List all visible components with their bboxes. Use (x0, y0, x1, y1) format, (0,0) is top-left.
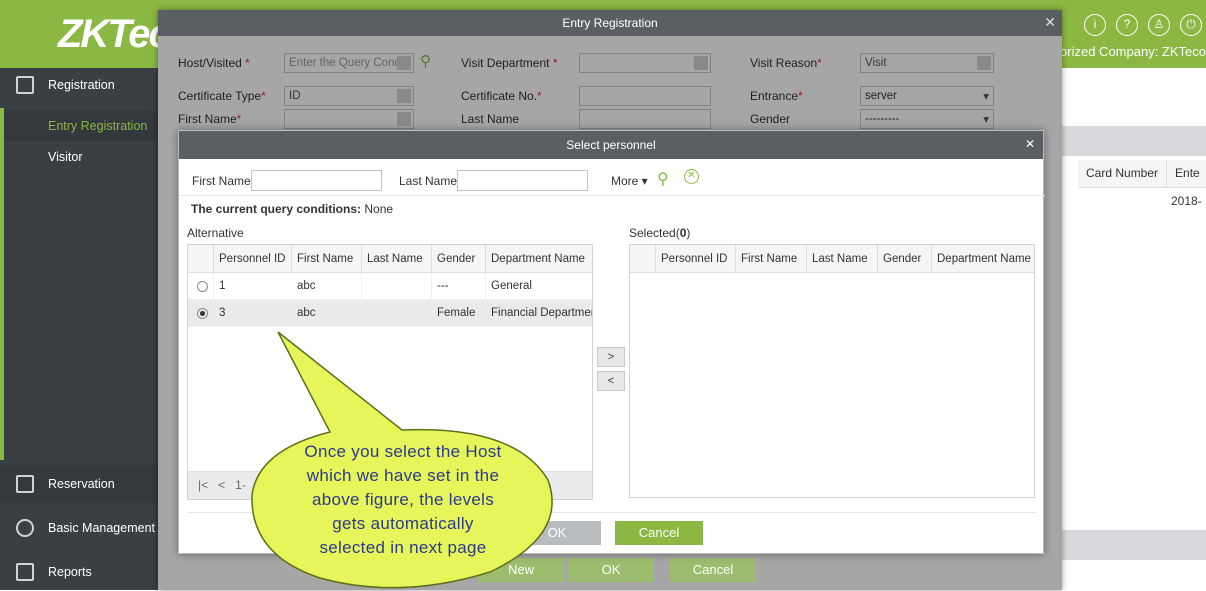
sidebar-item-reservation[interactable]: Reservation (0, 465, 158, 503)
cell-department: Financial Department (491, 307, 592, 319)
info-icon[interactable]: i (1084, 14, 1106, 36)
table-row[interactable]: 1 abc --- General (188, 273, 592, 300)
ok-button[interactable]: OK (568, 558, 654, 582)
table-row[interactable]: 3 abc Female Financial Department (188, 300, 592, 327)
cell-first-name: abc (292, 273, 362, 299)
reservation-icon (16, 475, 34, 493)
selected-label: Selected(0) (629, 226, 691, 240)
last-name-label: Last Name (399, 174, 458, 188)
prev-page-icon[interactable]: < (218, 478, 225, 492)
selected-grid: Personnel ID First Name Last Name Gender… (629, 244, 1035, 498)
dialog-title: Select personnel (179, 131, 1043, 159)
move-left-button[interactable]: < (597, 371, 625, 391)
help-icon[interactable]: ? (1116, 14, 1138, 36)
cell-department: General (491, 280, 532, 292)
col-card-number: Card Number (1078, 160, 1168, 187)
power-icon[interactable]: ⏻ (1180, 14, 1202, 36)
sidebar-item-basic-management[interactable]: Basic Management (0, 509, 158, 547)
sidebar-item-label: Registration (48, 78, 115, 92)
bg-toolbar (1062, 126, 1206, 156)
callout-line: selected in next page (319, 538, 487, 557)
grid-header: Personnel ID First Name Last Name Gender… (630, 245, 1034, 273)
close-icon[interactable]: ✕ (1025, 137, 1035, 151)
col-enter: Ente (1167, 160, 1206, 187)
cancel-button[interactable]: Cancel (615, 521, 703, 545)
sidebar-item-entry-registration[interactable]: Entry Registration (0, 111, 158, 141)
col-department-name[interactable]: Department Name (932, 245, 1034, 272)
row-radio[interactable] (197, 281, 208, 292)
sidebar-item-registration[interactable]: Registration (0, 66, 158, 104)
row-radio[interactable] (197, 308, 208, 319)
sidebar-item-reports[interactable]: Reports (0, 553, 158, 591)
clear-icon[interactable]: ✕ (684, 169, 699, 184)
cell-first-name: abc (292, 300, 362, 326)
col-last-name[interactable]: Last Name (362, 245, 432, 272)
last-name-input[interactable] (457, 170, 588, 191)
grid-header: Personnel ID First Name Last Name Gender… (188, 245, 592, 273)
divider (179, 195, 1045, 196)
col-personnel-id[interactable]: Personnel ID (214, 245, 292, 272)
col-gender[interactable]: Gender (432, 245, 486, 272)
gears-icon (16, 519, 34, 537)
first-name-input[interactable] (251, 170, 382, 191)
cell-last-name (362, 300, 432, 326)
col-first-name[interactable]: First Name (292, 245, 362, 272)
cell-gender: --- (432, 273, 486, 299)
col-personnel-id[interactable]: Personnel ID (656, 245, 736, 272)
pager-range: 1- (235, 478, 246, 492)
top-icons: i ? ♙ ⏻ (1084, 14, 1202, 36)
cell-id: 1 (219, 280, 226, 292)
col-gender[interactable]: Gender (878, 245, 932, 272)
search-icon[interactable]: ⚲ (657, 169, 669, 189)
bg-date-cell: 2018- (1171, 194, 1202, 208)
cancel-button[interactable]: Cancel (670, 558, 756, 582)
cell-last-name (362, 273, 432, 299)
cell-gender: Female (432, 300, 486, 326)
callout-line: gets automatically (332, 514, 474, 533)
user-icon[interactable]: ♙ (1148, 14, 1170, 36)
callout-text: Once you select the Host which we have s… (262, 440, 544, 560)
sidebar-item-label: Basic Management (48, 521, 156, 535)
bg-bottom-bar (1062, 530, 1206, 560)
sidebar-item-label: Reports (48, 565, 92, 579)
callout-line: above figure, the levels (311, 490, 495, 509)
col-first-name[interactable]: First Name (736, 245, 807, 272)
query-conditions: The current query conditions: None (191, 202, 394, 216)
window-title: Entry Registration (158, 10, 1062, 36)
callout-line: Once you select the Host (304, 442, 502, 461)
first-page-icon[interactable]: |< (198, 478, 208, 492)
reports-icon (16, 563, 34, 581)
new-button[interactable]: New (478, 558, 564, 582)
registration-icon (16, 76, 34, 94)
alternative-label: Alternative (187, 226, 244, 240)
col-last-name[interactable]: Last Name (807, 245, 878, 272)
move-right-button[interactable]: > (597, 347, 625, 367)
first-name-label: First Name (192, 174, 251, 188)
close-icon[interactable]: ✕ (1044, 14, 1056, 31)
more-dropdown[interactable]: More ▾ (611, 174, 648, 188)
callout-line: which we have set in the (306, 466, 500, 485)
bg-table-header: Card Number Ente (1078, 160, 1206, 188)
cell-id: 3 (219, 307, 226, 319)
sidebar-item-label: Reservation (48, 477, 115, 491)
col-department-name[interactable]: Department Name (486, 245, 592, 272)
logo: ZKTeco (0, 0, 158, 68)
sidebar-item-visitor[interactable]: Visitor (0, 142, 158, 172)
